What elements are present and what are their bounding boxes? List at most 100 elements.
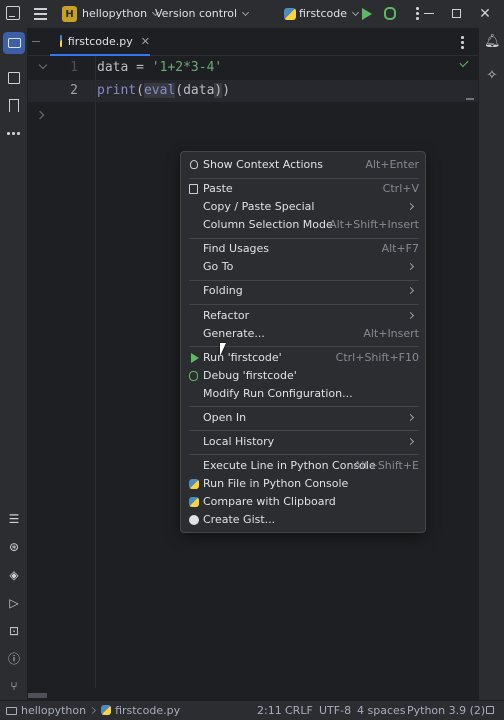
no-problems-check-icon[interactable]	[459, 57, 469, 68]
bookmark-icon[interactable]	[9, 99, 19, 112]
indent-setting[interactable]: 4 spaces	[357, 704, 406, 717]
menu-item-label: Find Usages	[203, 242, 270, 255]
todo-icon[interactable]: ☰	[6, 511, 22, 527]
services-icon[interactable]: ▷	[6, 595, 22, 611]
code-token: )	[222, 83, 231, 98]
menu-item-shortcut: Alt+F7	[381, 242, 419, 255]
minimize-icon[interactable]	[424, 13, 434, 15]
lock-icon[interactable]	[486, 706, 494, 714]
menu-item-shortcut: Alt+Enter	[365, 158, 419, 171]
folder-icon[interactable]	[8, 38, 21, 48]
code-token: data =	[97, 60, 152, 75]
github-icon	[189, 515, 199, 525]
close-window-icon[interactable]: ✕	[478, 7, 492, 21]
menu-item-label: Debug 'firstcode'	[203, 369, 297, 382]
menu-item-label: Column Selection Mode	[203, 218, 333, 231]
menu-item-open-in[interactable]: Open In	[185, 409, 421, 427]
main-menu-icon[interactable]	[34, 8, 48, 20]
menu-item-create-gist[interactable]: Create Gist...	[185, 511, 421, 529]
project-selector[interactable]: hellopython	[82, 7, 160, 20]
menu-item-shortcut: Alt+Shift+E	[353, 459, 419, 472]
run-config-selector[interactable]: firstcode	[299, 7, 360, 20]
layers-icon[interactable]: ◈	[6, 567, 22, 583]
breadcrumb[interactable]: hellopython firstcode.py	[6, 704, 180, 717]
menu-item-label: Show Context Actions	[203, 158, 323, 171]
git-icon[interactable]: ⑂	[6, 678, 22, 694]
close-tab-icon[interactable]: ✕	[141, 35, 150, 48]
project-badge[interactable]: H	[62, 6, 77, 22]
maximize-icon[interactable]	[452, 9, 461, 18]
caret-position[interactable]: 2:11	[257, 704, 282, 717]
menu-item-shortcut: Alt+Insert	[363, 327, 419, 340]
run-icon[interactable]	[362, 8, 372, 20]
breadcrumb-project[interactable]: hellopython	[21, 704, 86, 717]
menu-item-show-context-actions[interactable]: Show Context Actions Alt+Enter	[185, 156, 421, 174]
more-tools-icon[interactable]	[6, 126, 22, 142]
fold-chevron-icon[interactable]	[38, 60, 48, 70]
chevron-right-icon	[89, 706, 97, 715]
scrollbar-thumb[interactable]	[28, 693, 47, 698]
breadcrumb-file[interactable]: firstcode.py	[115, 704, 180, 717]
python-file-icon	[60, 35, 62, 47]
ai-assistant-icon[interactable]: ✧	[484, 68, 500, 84]
project-name: hellopython	[82, 7, 148, 20]
right-tool-window-bar: 🔔︎ ✧	[478, 28, 504, 700]
collapse-icon[interactable]	[32, 41, 40, 43]
clipboard-paste-icon	[189, 184, 198, 194]
tab-options-icon[interactable]	[461, 36, 464, 50]
terminal-icon[interactable]: ⊡	[6, 623, 22, 639]
code-token: (	[136, 83, 144, 98]
vcs-selector[interactable]: Version control	[155, 7, 250, 20]
menu-item-generate[interactable]: Generate... Alt+Insert	[185, 325, 421, 343]
menu-item-local-history[interactable]: Local History	[185, 433, 421, 451]
menu-item-paste[interactable]: Paste Ctrl+V	[185, 180, 421, 198]
left-tool-window-bar: ☰ ⊛ ◈ ▷ ⊡ ⓘ ⑂	[0, 28, 28, 700]
menu-separator	[189, 454, 419, 455]
menu-separator	[189, 280, 419, 281]
submenu-arrow-icon	[406, 311, 415, 320]
menu-item-folding[interactable]: Folding	[185, 282, 421, 300]
menu-item-go-to[interactable]: Go To	[185, 258, 421, 276]
menu-item-label: Modify Run Configuration...	[203, 387, 353, 400]
python-icon	[189, 479, 199, 489]
structure-icon[interactable]	[8, 72, 20, 84]
horizontal-scrollbar[interactable]	[28, 690, 478, 700]
python-interpreter[interactable]: Python 3.9 (2)	[407, 704, 485, 717]
menu-item-debug-firstcode[interactable]: Debug 'firstcode'	[185, 367, 421, 385]
code-line-2[interactable]: print(eval(data))	[97, 83, 230, 98]
notifications-icon[interactable]: 🔔︎	[484, 34, 501, 50]
expand-chevron-icon[interactable]	[35, 110, 45, 120]
debug-icon	[189, 371, 198, 381]
code-line-1[interactable]: data = '1+2*3-4'	[97, 60, 222, 75]
chevron-down-icon	[351, 8, 360, 17]
menu-item-label: Go To	[203, 260, 234, 273]
menu-item-label: Open In	[203, 411, 247, 424]
problems-icon[interactable]: ⓘ	[6, 651, 22, 667]
menu-item-copy-paste-special[interactable]: Copy / Paste Special	[185, 198, 421, 216]
file-encoding[interactable]: UTF-8	[319, 704, 351, 717]
python-packages-icon[interactable]: ⊛	[6, 539, 22, 555]
code-token: (data	[175, 83, 215, 98]
menu-item-execute-line-in-python-console[interactable]: Execute Line in Python Console Alt+Shift…	[185, 457, 421, 475]
menu-item-column-selection-mode[interactable]: Column Selection Mode Alt+Shift+Insert	[185, 216, 421, 234]
menu-item-run-file-in-python-console[interactable]: Run File in Python Console	[185, 475, 421, 493]
submenu-arrow-icon	[406, 413, 415, 422]
python-file-icon	[101, 705, 112, 715]
editor-tab-bar: firstcode.py ✕	[28, 28, 478, 56]
line-number: 1	[70, 60, 78, 75]
python-icon	[284, 8, 296, 20]
menu-item-label: Copy / Paste Special	[203, 200, 315, 213]
vcs-label: Version control	[155, 7, 238, 20]
context-menu: Show Context Actions Alt+Enter Paste Ctr…	[180, 151, 426, 533]
menu-item-refactor[interactable]: Refactor	[185, 307, 421, 325]
debug-icon[interactable]	[384, 7, 396, 20]
menu-separator	[189, 406, 419, 407]
line-separator[interactable]: CRLF	[285, 704, 313, 717]
line-number: 2	[70, 83, 78, 98]
tab-firstcode[interactable]: firstcode.py ✕	[50, 28, 150, 56]
string-literal: '1+2*3-4'	[151, 60, 223, 75]
more-actions-icon[interactable]	[416, 7, 419, 21]
menu-item-compare-with-clipboard[interactable]: Compare with Clipboard	[185, 493, 421, 511]
menu-item-find-usages[interactable]: Find Usages Alt+F7	[185, 240, 421, 258]
menu-item-modify-run-configuration[interactable]: Modify Run Configuration...	[185, 385, 421, 403]
